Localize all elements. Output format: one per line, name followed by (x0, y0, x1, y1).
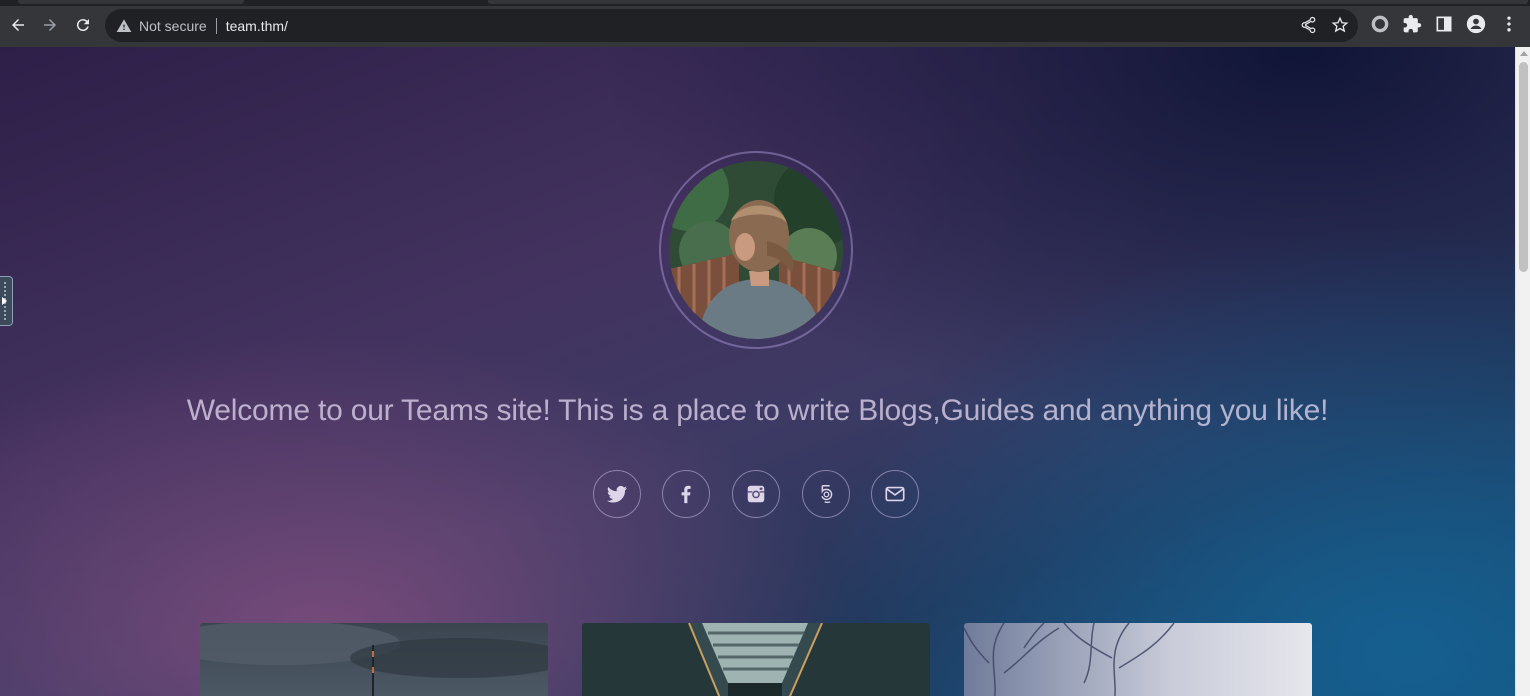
card-image-corridor (582, 623, 930, 696)
browser-tab[interactable] (488, 0, 1528, 4)
avatar-photo (669, 161, 843, 339)
instagram-icon (747, 485, 765, 503)
extension-circle-icon[interactable] (1370, 14, 1390, 34)
500px-icon (821, 485, 833, 503)
kebab-menu-icon[interactable] (1499, 14, 1519, 34)
post-card-corridor[interactable] (582, 623, 930, 696)
card-image-winter-trees (964, 623, 1312, 696)
reload-icon (76, 19, 89, 32)
instagram-link[interactable] (732, 470, 780, 518)
post-card-winter-trees[interactable] (964, 623, 1312, 696)
side-panel-icon[interactable] (1434, 14, 1454, 34)
email-icon (885, 486, 905, 502)
500px-link[interactable] (802, 470, 850, 518)
warning-icon[interactable] (116, 18, 132, 34)
profile-avatar-icon[interactable] (1466, 14, 1486, 34)
extensions-puzzle-icon[interactable] (1402, 14, 1422, 34)
facebook-link[interactable] (662, 470, 710, 518)
reload-button[interactable] (70, 12, 96, 38)
back-button[interactable] (5, 12, 31, 38)
email-link[interactable] (871, 470, 919, 518)
security-label[interactable]: Not secure (139, 18, 207, 34)
separator (215, 17, 217, 34)
facebook-icon (681, 485, 691, 504)
url-text[interactable]: team.thm/ (226, 18, 288, 34)
card-image-tower (200, 623, 548, 696)
page-scrollbar[interactable] (1515, 47, 1530, 696)
twitter-icon (606, 486, 628, 503)
arrow-right-icon (44, 19, 56, 31)
expand-triangle-icon (2, 297, 7, 305)
browser-tab[interactable] (18, 0, 244, 4)
arrow-left-icon (12, 19, 24, 31)
welcome-heading: Welcome to our Teams site! This is a pla… (186, 394, 1329, 427)
share-icon[interactable] (1299, 16, 1317, 34)
page-background: Welcome to our Teams site! This is a pla… (0, 47, 1515, 696)
side-drawer-handle[interactable] (0, 276, 13, 326)
avatar (669, 161, 843, 339)
browser-toolbar: Not secure team.thm/ (0, 0, 1530, 47)
address-bar[interactable]: Not secure team.thm/ (105, 9, 1358, 42)
scroll-up-arrow-icon[interactable] (1520, 51, 1528, 56)
scrollbar-thumb[interactable] (1519, 62, 1528, 272)
bookmark-star-icon[interactable] (1331, 16, 1349, 34)
forward-button[interactable] (37, 12, 63, 38)
twitter-link[interactable] (593, 470, 641, 518)
post-card-tower[interactable] (200, 623, 548, 696)
